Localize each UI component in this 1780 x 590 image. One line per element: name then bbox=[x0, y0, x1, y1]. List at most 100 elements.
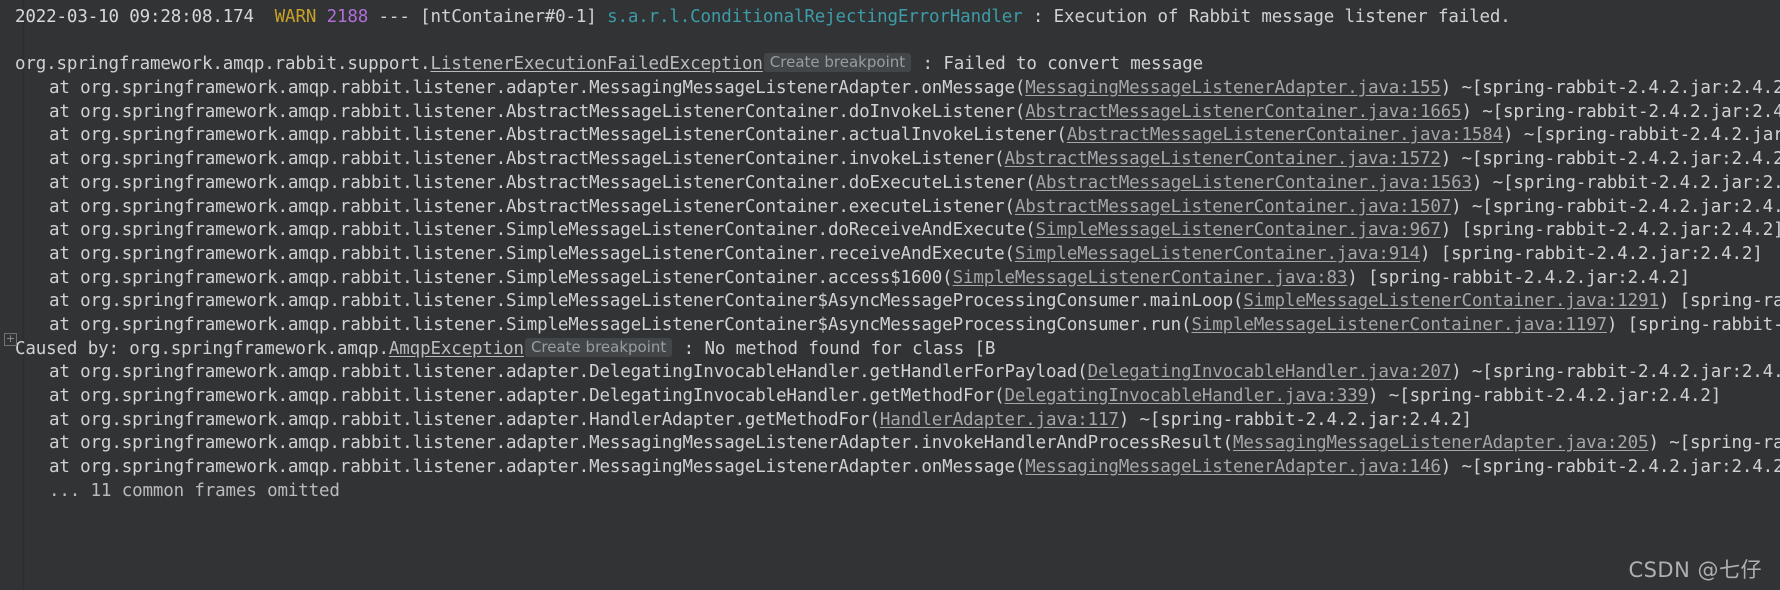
caused-by-line: Caused by: org.springframework.amqp.Amqp… bbox=[0, 337, 1780, 362]
frame-suffix: ) ~[spring-rabbit-2.4.2.jar:2.4.2] bbox=[1440, 457, 1780, 478]
space-10 bbox=[673, 339, 683, 359]
frame-source-link[interactable]: AbstractMessageListenerContainer.java:15… bbox=[1015, 197, 1451, 217]
frame-source-link[interactable]: HandlerAdapter.java:117 bbox=[880, 410, 1119, 430]
frame-suffix: ) [spring-rabbit-2.4.2.jar:2.4.2] bbox=[1347, 267, 1690, 288]
frame-suffix: ) ~[spring-rabbit-2.4.2.jar:2.4. bbox=[1503, 125, 1780, 146]
caused-by-colon: : bbox=[683, 338, 695, 359]
log-thread: [ntContainer#0-1] bbox=[420, 7, 597, 27]
frame-source-link[interactable]: AbstractMessageListenerContainer.java:15… bbox=[1036, 173, 1472, 193]
log-message: Execution of Rabbit message listener fai… bbox=[1053, 7, 1511, 27]
frame-suffix: ) [spring-rabbit-2.4.2 bbox=[1606, 314, 1780, 335]
frame-source-link[interactable]: SimpleMessageListenerContainer.java:1291 bbox=[1243, 291, 1659, 311]
stack-frame-line: at org.springframework.amqp.rabbit.liste… bbox=[0, 196, 1780, 220]
frame-prefix: at org.springframework.amqp.rabbit.liste… bbox=[49, 362, 1088, 383]
stack-frame-line: at org.springframework.amqp.rabbit.liste… bbox=[0, 243, 1780, 267]
space-3 bbox=[368, 7, 378, 27]
stack-frame-line: at org.springframework.amqp.rabbit.liste… bbox=[0, 219, 1780, 243]
create-breakpoint-chip[interactable]: Create breakpoint bbox=[524, 337, 673, 357]
stack-frame-line: at org.springframework.amqp.rabbit.liste… bbox=[0, 409, 1780, 433]
frame-prefix: at org.springframework.amqp.rabbit.liste… bbox=[49, 433, 1233, 454]
space-6 bbox=[1023, 7, 1033, 27]
frame-prefix: at org.springframework.amqp.rabbit.liste… bbox=[49, 386, 1005, 406]
frame-prefix: at org.springframework.amqp.rabbit.liste… bbox=[49, 243, 1015, 264]
frame-source-link[interactable]: SimpleMessageListenerContainer.java:914 bbox=[1015, 244, 1420, 264]
frame-prefix: at org.springframework.amqp.rabbit.liste… bbox=[49, 196, 1015, 217]
frame-source-link[interactable]: AbstractMessageListenerContainer.java:15… bbox=[1067, 125, 1503, 145]
space-4 bbox=[410, 7, 420, 27]
create-breakpoint-chip[interactable]: Create breakpoint bbox=[763, 53, 912, 73]
stack-frame-line: at org.springframework.amqp.rabbit.liste… bbox=[0, 267, 1780, 291]
space-11 bbox=[694, 339, 704, 359]
caused-by-class-link[interactable]: AmqpException bbox=[389, 339, 524, 359]
space-8 bbox=[912, 54, 922, 74]
space-9 bbox=[933, 54, 943, 74]
log-header-line: 2022-03-10 09:28:08.174 WARN 2188 --- [n… bbox=[0, 6, 1780, 30]
frame-prefix: at org.springframework.amqp.rabbit.liste… bbox=[49, 267, 953, 288]
frame-suffix: ) ~[spring-rabbit-2.4.2.jar:2.4.2] bbox=[1440, 78, 1780, 99]
frame-prefix: at org.springframework.amqp.rabbit.liste… bbox=[49, 409, 880, 430]
console-output-panel[interactable]: 2022-03-10 09:28:08.174 WARN 2188 --- [n… bbox=[0, 0, 1780, 590]
frame-source-link[interactable]: AbstractMessageListenerContainer.java:15… bbox=[1005, 149, 1441, 169]
stack-frame-line: at org.springframework.amqp.rabbit.liste… bbox=[0, 432, 1780, 456]
frame-source-link[interactable]: SimpleMessageListenerContainer.java:83 bbox=[953, 268, 1348, 288]
space-2 bbox=[316, 7, 326, 27]
log-lines: 2022-03-10 09:28:08.174 WARN 2188 --- [n… bbox=[0, 0, 1780, 503]
frame-prefix: at org.springframework.amqp.rabbit.liste… bbox=[49, 78, 1026, 99]
frame-suffix: ) ~[spring-rabbit-2.4.2.jar:2.4.2] bbox=[1471, 172, 1780, 193]
frame-suffix: ) ~[spring-rabbit-2.4.2.jar:2.4.2] bbox=[1461, 101, 1780, 122]
exception-colon: : bbox=[922, 54, 934, 75]
stack-frame-line: at org.springframework.amqp.rabbit.liste… bbox=[0, 456, 1780, 480]
frame-source-link[interactable]: SimpleMessageListenerContainer.java:1197 bbox=[1191, 315, 1607, 335]
stack-frame-line: at org.springframework.amqp.rabbit.liste… bbox=[0, 314, 1780, 338]
frame-source-link[interactable]: MessagingMessageListenerAdapter.java:146 bbox=[1025, 457, 1441, 477]
frame-prefix: at org.springframework.amqp.rabbit.liste… bbox=[49, 101, 1026, 122]
caused-by-prefix: Caused by: org.springframework.amqp. bbox=[15, 338, 389, 359]
exception-package: org.springframework.amqp.rabbit.support. bbox=[15, 54, 431, 75]
frame-suffix: ) [spring-rabbit-2.4.2.jar:2.4.2] bbox=[1419, 243, 1763, 264]
frame-prefix: at org.springframework.amqp.rabbit.liste… bbox=[49, 149, 1005, 170]
frame-prefix: at org.springframework.amqp.rabbit.liste… bbox=[49, 172, 1036, 193]
stack-frame-line: at org.springframework.amqp.rabbit.liste… bbox=[0, 77, 1780, 101]
frame-suffix: ) ~[spring-rabbit-2.4.2.jar:2.4.2] bbox=[1451, 362, 1780, 383]
exception-class-link[interactable]: ListenerExecutionFailedException bbox=[430, 54, 763, 74]
log-colon: : bbox=[1032, 7, 1044, 27]
stack-frame-line: at org.springframework.amqp.rabbit.liste… bbox=[0, 361, 1780, 385]
log-separator: --- bbox=[378, 7, 410, 27]
frame-suffix: ) [spring-rabbit- bbox=[1658, 291, 1780, 312]
frame-source-link[interactable]: DelegatingInvocableHandler.java:207 bbox=[1088, 362, 1452, 382]
log-pid: 2188 bbox=[326, 7, 369, 27]
frame-suffix: ) ~[spring-rabbit-2.4.2.jar:2.4.2] bbox=[1368, 386, 1722, 406]
caused-by-message: No method found for class [B bbox=[704, 338, 996, 359]
frame-source-link[interactable]: DelegatingInvocableHandler.java:339 bbox=[1005, 386, 1369, 406]
fold-expand-icon[interactable] bbox=[4, 333, 17, 346]
frame-suffix: ) ~[spring-rabbit-2.4.2.jar:2.4.2] bbox=[1440, 149, 1780, 170]
log-timestamp: 2022-03-10 09:28:08.174 bbox=[15, 7, 254, 27]
stack-frame-line: at org.springframework.amqp.rabbit.liste… bbox=[0, 290, 1780, 314]
frame-suffix: ) ~[spring-rabbit-2.4.2.jar:2.4.2] bbox=[1451, 196, 1780, 217]
stack-frame-line: at org.springframework.amqp.rabbit.liste… bbox=[0, 124, 1780, 148]
space-5 bbox=[597, 7, 607, 27]
csdn-watermark: CSDN @七仔 bbox=[1628, 558, 1762, 582]
frame-prefix: at org.springframework.amqp.rabbit.liste… bbox=[49, 125, 1067, 146]
omitted-frames-line: ... 11 common frames omitted bbox=[49, 480, 340, 501]
frame-suffix: ) [spring-rabbit-2.4.2.jar:2.4.2] bbox=[1440, 220, 1780, 241]
stack-frame-line: at org.springframework.amqp.rabbit.liste… bbox=[0, 172, 1780, 196]
frame-prefix: at org.springframework.amqp.rabbit.liste… bbox=[49, 457, 1026, 478]
exception-line: org.springframework.amqp.rabbit.support.… bbox=[0, 53, 1780, 77]
frame-suffix: ) ~[spring-rabbit- bbox=[1648, 433, 1780, 454]
exception-message: Failed to convert message bbox=[943, 54, 1203, 75]
frame-suffix: ) ~[spring-rabbit-2.4.2.jar:2.4.2] bbox=[1118, 409, 1472, 430]
frame-source-link[interactable]: SimpleMessageListenerContainer.java:967 bbox=[1036, 220, 1441, 240]
space-1 bbox=[254, 7, 275, 27]
log-level: WARN bbox=[274, 7, 317, 27]
frame-prefix: at org.springframework.amqp.rabbit.liste… bbox=[49, 314, 1192, 335]
frame-prefix: at org.springframework.amqp.rabbit.liste… bbox=[49, 220, 1036, 241]
stack-frame-line: at org.springframework.amqp.rabbit.liste… bbox=[0, 385, 1780, 409]
frame-source-link[interactable]: MessagingMessageListenerAdapter.java:155 bbox=[1025, 78, 1441, 98]
frame-source-link[interactable]: MessagingMessageListenerAdapter.java:205 bbox=[1233, 433, 1649, 453]
frame-source-link[interactable]: AbstractMessageListenerContainer.java:16… bbox=[1025, 102, 1461, 122]
space-7 bbox=[1043, 7, 1053, 27]
log-logger: s.a.r.l.ConditionalRejectingErrorHandler bbox=[607, 7, 1023, 27]
stack-frame-line: at org.springframework.amqp.rabbit.liste… bbox=[0, 148, 1780, 172]
